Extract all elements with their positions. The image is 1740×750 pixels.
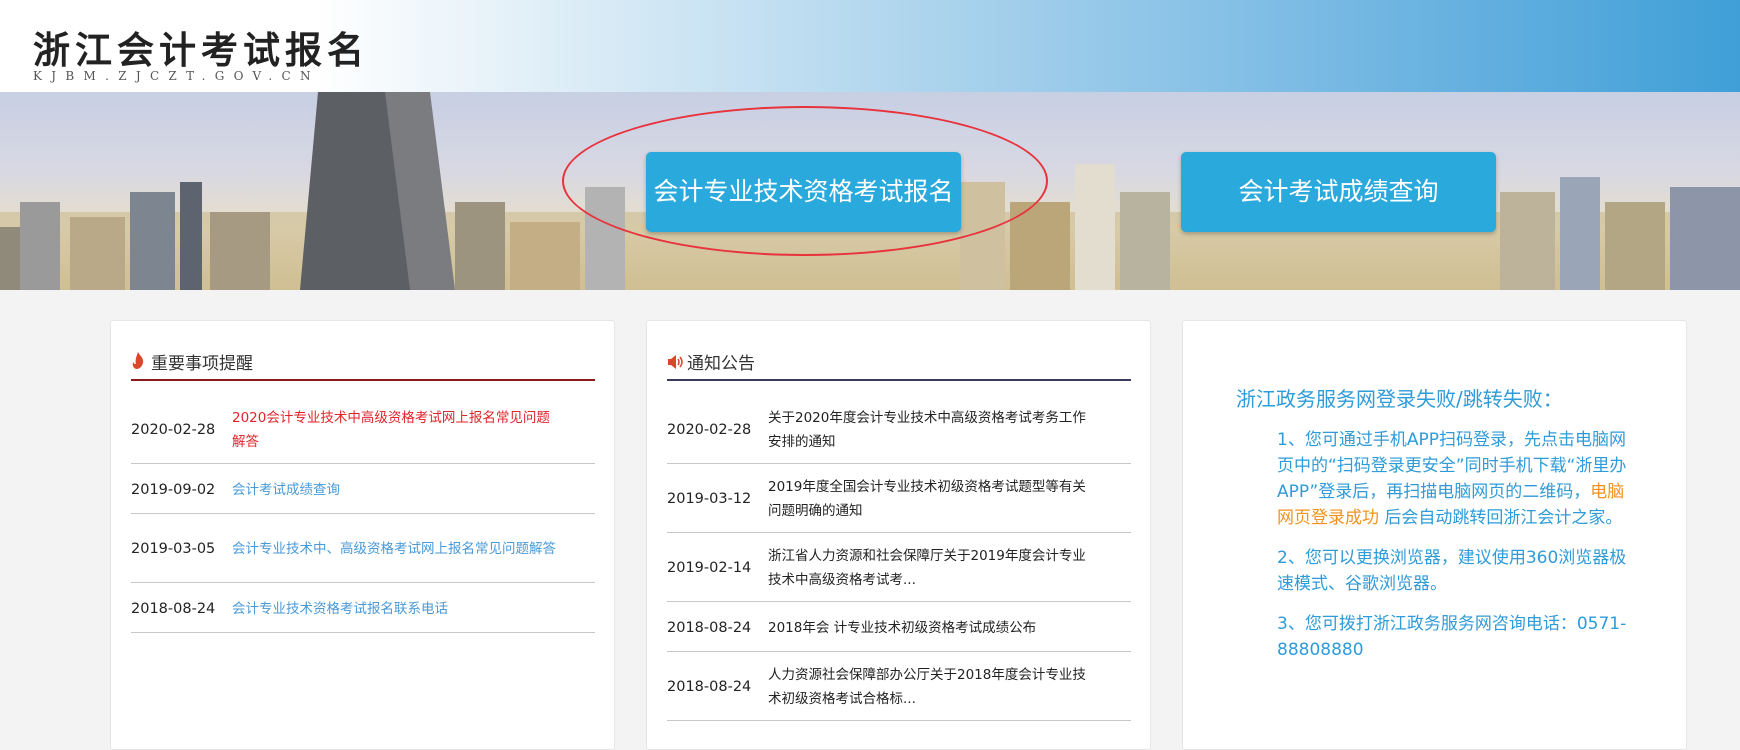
important-notices-header: 重要事项提醒 (131, 349, 595, 381)
announcements-list: 2020-02-28 关于2020年度会计专业技术中高级资格考试考务工作安排的通… (667, 395, 1131, 721)
help-tip-3: 3、您可拨打浙江政务服务网咨询电话：0571-88808880 (1277, 614, 1627, 660)
news-date: 2019-09-02 (131, 481, 216, 498)
site-header: 浙江会计考试报名 KJBM.ZJCZT.GOV.CN (0, 0, 1740, 92)
help-tip-1: 1、您可通过手机APP扫码登录，先点击电脑网页中的“扫码登录更安全”同时手机下载… (1277, 427, 1632, 531)
news-link[interactable]: 会计专业技术资格考试报名联系电话 (232, 597, 562, 621)
news-date: 2020-02-28 (131, 422, 216, 438)
login-help-title: 浙江政务服务网登录失败/跳转失败： (1236, 387, 1563, 411)
accounting-exam-register-button[interactable]: 会计专业技术资格考试报名 (646, 152, 961, 232)
list-item: 2019-09-02 会计考试成绩查询 (131, 464, 595, 514)
news-link[interactable]: 人力资源社会保障部办公厅关于2018年度会计专业技术初级资格考试合格标... (768, 663, 1098, 711)
speaker-icon (667, 355, 687, 373)
city-banner: 会计专业技术资格考试报名 会计考试成绩查询 (0, 92, 1740, 290)
content-area: 重要事项提醒 2020-02-28 2020会计专业技术中高级资格考试网上报名常… (80, 290, 1705, 750)
news-date: 2018-08-24 (667, 679, 752, 695)
site-logo-url: KJBM.ZJCZT.GOV.CN (33, 69, 320, 83)
list-item: 2020-02-28 2020会计专业技术中高级资格考试网上报名常见问题解答 (131, 395, 595, 464)
important-notices-list: 2020-02-28 2020会计专业技术中高级资格考试网上报名常见问题解答 2… (131, 395, 595, 633)
list-item: 2020-02-28 关于2020年度会计专业技术中高级资格考试考务工作安排的通… (667, 395, 1131, 464)
list-item: 2019-03-12 2019年度全国会计专业技术初级资格考试题型等有关问题明确… (667, 464, 1131, 533)
news-date: 2020-02-28 (667, 422, 752, 438)
announcements-header: 通知公告 (667, 349, 1131, 381)
exam-score-query-button[interactable]: 会计考试成绩查询 (1181, 152, 1496, 232)
news-link[interactable]: 会计专业技术中、高级资格考试网上报名常见问题解答 (232, 537, 562, 561)
list-item: 2019-03-05 会计专业技术中、高级资格考试网上报名常见问题解答 (131, 514, 595, 583)
help-tip-1-tail: 后会自动跳转回浙江会计之家。 (1379, 508, 1623, 528)
news-date: 2019-02-14 (667, 560, 752, 576)
announcements-title: 通知公告 (687, 354, 755, 374)
news-date: 2019-03-12 (667, 491, 752, 507)
news-link[interactable]: 2020会计专业技术中高级资格考试网上报名常见问题解答 (232, 406, 562, 454)
list-item: 2018-08-24 会计专业技术资格考试报名联系电话 (131, 583, 595, 633)
help-tip-1-text: 1、您可通过手机APP扫码登录，先点击电脑网页中的“扫码登录更安全”同时手机下载… (1277, 430, 1627, 502)
login-help-panel: 浙江政务服务网登录失败/跳转失败： 1、您可通过手机APP扫码登录，先点击电脑网… (1182, 320, 1687, 750)
news-link[interactable]: 浙江省人力资源和社会保障厅关于2019年度会计专业技术中高级资格考试考... (768, 544, 1098, 592)
important-notices-panel: 重要事项提醒 2020-02-28 2020会计专业技术中高级资格考试网上报名常… (110, 320, 615, 750)
news-link[interactable]: 关于2020年度会计专业技术中高级资格考试考务工作安排的通知 (768, 406, 1098, 454)
help-tip-2: 2、您可以更换浏览器，建议使用360浏览器极速模式、谷歌浏览器。 (1277, 548, 1627, 594)
news-link[interactable]: 2019年度全国会计专业技术初级资格考试题型等有关问题明确的通知 (768, 475, 1098, 523)
news-link[interactable]: 会计考试成绩查询 (232, 478, 562, 502)
news-date: 2018-08-24 (131, 600, 216, 617)
news-link[interactable]: 2018年会 计专业技术初级资格考试成绩公布 (768, 616, 1098, 640)
list-item: 2018-08-24 2018年会 计专业技术初级资格考试成绩公布 (667, 602, 1131, 652)
news-date: 2018-08-24 (667, 619, 752, 636)
login-help-body: 1、您可通过手机APP扫码登录，先点击电脑网页中的“扫码登录更安全”同时手机下载… (1277, 427, 1632, 677)
flame-icon (131, 352, 151, 373)
list-item: 2018-08-24 人力资源社会保障部办公厅关于2018年度会计专业技术初级资… (667, 652, 1131, 721)
important-notices-title: 重要事项提醒 (151, 354, 253, 374)
site-logo-title[interactable]: 浙江会计考试报名 (33, 20, 369, 74)
list-item: 2019-02-14 浙江省人力资源和社会保障厅关于2019年度会计专业技术中高… (667, 533, 1131, 602)
announcements-panel: 通知公告 2020-02-28 关于2020年度会计专业技术中高级资格考试考务工… (646, 320, 1151, 750)
news-date: 2019-03-05 (131, 541, 216, 557)
